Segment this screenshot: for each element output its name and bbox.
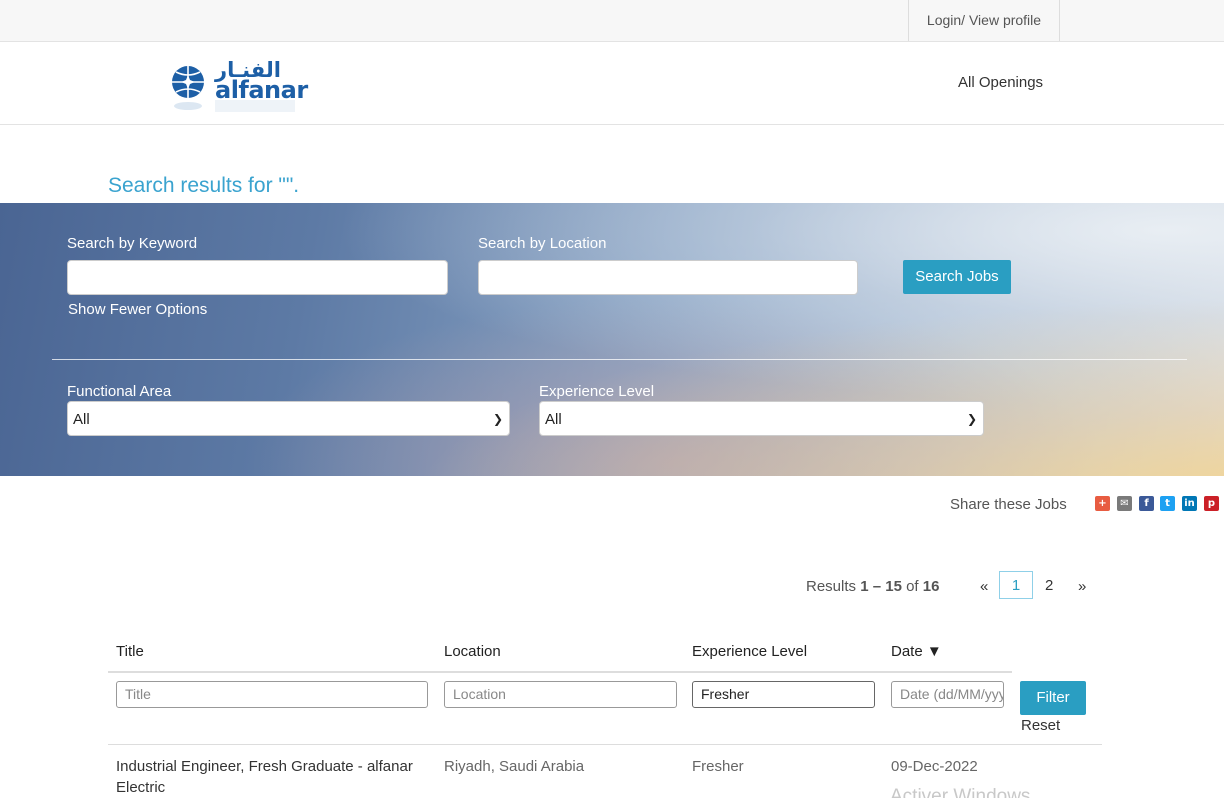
site-header: الفنـار alfanar All Openings [0,42,1224,125]
filter-row-divider [108,744,1102,745]
chevron-down-icon: ❯ [966,412,977,426]
twitter-icon[interactable]: t [1160,496,1175,511]
experience-level-label: Experience Level [539,383,655,400]
column-header-experience[interactable]: Experience Level [692,643,807,660]
column-header-date[interactable]: Date ▼ [891,643,942,660]
search-results-heading: Search results for "". [108,174,300,197]
functional-area-label: Functional Area [67,383,172,400]
job-location: Riyadh, Saudi Arabia [444,758,585,775]
facebook-icon[interactable]: f [1139,496,1154,511]
job-date: 09-Dec-2022 [891,758,978,775]
results-prefix: Results [806,578,857,595]
logo-latin-text: alfanar [215,76,308,104]
nav-all-openings[interactable]: All Openings [958,74,1043,91]
share-jobs-label: Share these Jobs [950,496,1067,513]
keyword-search-input[interactable] [67,260,448,295]
experience-level-value: All [545,411,562,428]
search-jobs-button[interactable]: Search Jobs [903,260,1011,294]
search-hero-panel: Search by Keyword Search by Location Sea… [0,203,1224,476]
results-count: Results 1 – 15 of 16 [806,578,939,595]
results-of: of [906,578,919,595]
results-total: 16 [922,578,940,595]
title-filter-input[interactable]: Title [116,681,428,708]
hero-divider [52,359,1187,360]
table-header-divider [108,671,1012,673]
pagination-prev-button[interactable]: « [980,578,988,595]
results-range: 1 – 15 [860,578,902,595]
pagination-page-1[interactable]: 1 [999,571,1033,599]
filter-button[interactable]: Filter [1020,681,1086,715]
experience-level-select[interactable]: All ❯ [539,401,984,436]
pagination-next-button[interactable]: » [1078,578,1086,595]
job-experience: Fresher [692,758,744,775]
experience-filter-input[interactable]: Fresher [692,681,875,708]
location-search-input[interactable] [478,260,858,295]
alfanar-logo[interactable]: الفنـار alfanar [171,58,308,122]
windows-activation-watermark: Activer Windows [890,786,1031,798]
reset-link[interactable]: Reset [1021,717,1060,734]
location-label: Search by Location [478,235,607,252]
pinterest-icon[interactable]: p [1204,496,1219,511]
email-icon[interactable]: ✉ [1117,496,1132,511]
column-header-location[interactable]: Location [444,643,501,660]
pagination-page-2[interactable]: 2 [1045,577,1053,594]
chevron-down-icon: ❯ [492,412,503,426]
column-header-title[interactable]: Title [116,643,144,660]
functional-area-select[interactable]: All ❯ [67,401,510,436]
top-utility-bar: Login/ View profile [0,0,1224,42]
keyword-label: Search by Keyword [67,235,198,252]
functional-area-value: All [73,411,90,428]
plus-share-icon[interactable]: + [1095,496,1110,511]
date-filter-input[interactable]: Date (dd/MM/yyyy) [891,681,1004,708]
job-title-link[interactable]: Industrial Engineer, Fresh Graduate - al… [116,756,436,798]
location-filter-input[interactable]: Location [444,681,677,708]
show-fewer-options-link[interactable]: Show Fewer Options [68,301,207,318]
linkedin-icon[interactable]: in [1182,496,1197,511]
login-view-profile-link[interactable]: Login/ View profile [908,0,1060,41]
